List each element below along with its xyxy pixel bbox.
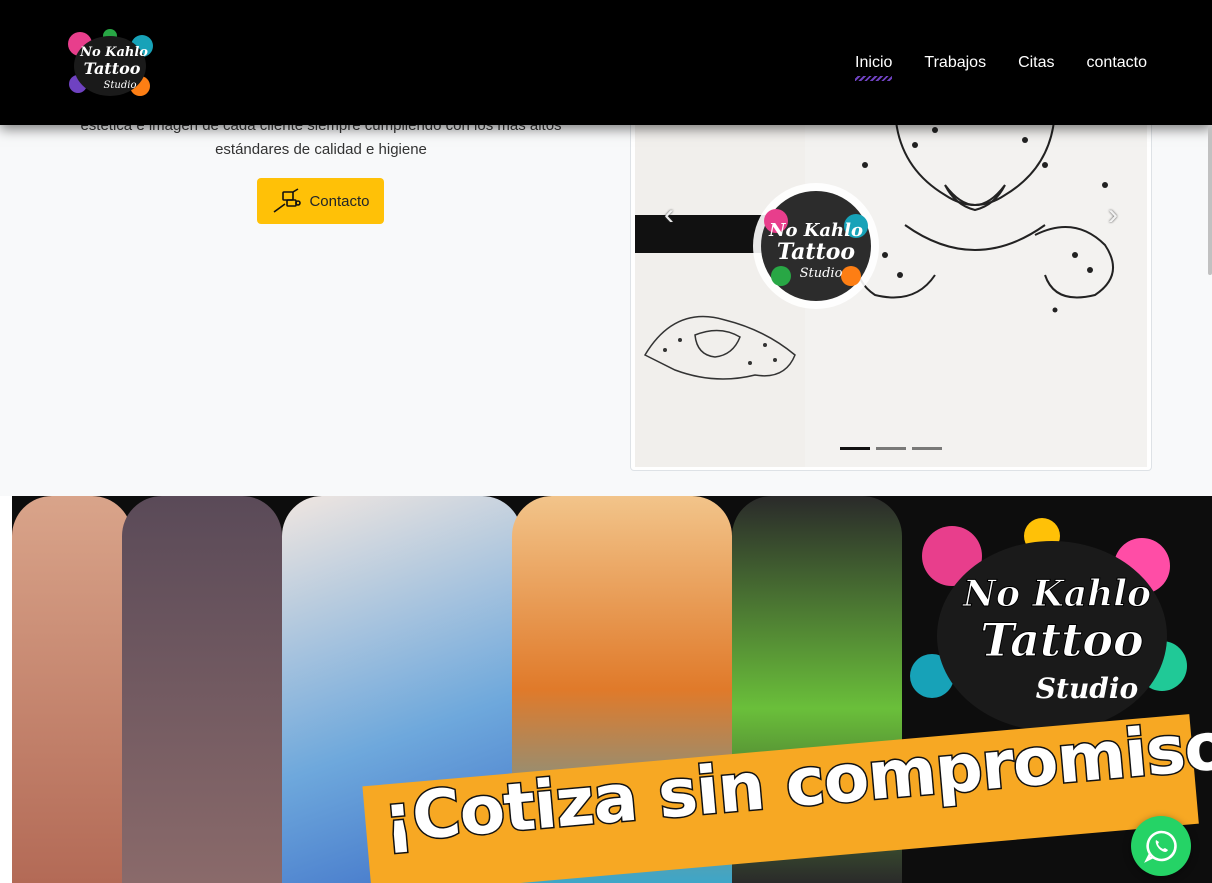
image-carousel: No Kahlo Tattoo Studio ‹ › xyxy=(630,100,1152,471)
nav-item-contacto[interactable]: contacto xyxy=(1087,54,1147,72)
banner-logo-line2: Tattoo xyxy=(980,613,1144,667)
carousel-next-button[interactable]: › xyxy=(1093,195,1133,235)
chevron-left-icon: ‹ xyxy=(664,198,674,231)
contact-button[interactable]: Contacto xyxy=(257,178,384,224)
hero-text-line2: estándares de calidad e higiene xyxy=(215,141,427,158)
nav-item-inicio[interactable]: Inicio xyxy=(855,54,893,81)
contact-button-label: Contacto xyxy=(309,192,370,210)
carousel-indicator-1[interactable] xyxy=(840,447,870,450)
carousel-slide: No Kahlo Tattoo Studio ‹ › xyxy=(635,105,1147,467)
studio-logo[interactable]: No Kahlo Tattoo Studio xyxy=(60,24,160,109)
whatsapp-icon xyxy=(1144,830,1177,863)
tattoo-machine-icon xyxy=(273,188,302,213)
svg-text:No Kahlo: No Kahlo xyxy=(768,220,863,241)
svg-text:Tattoo: Tattoo xyxy=(777,239,855,265)
nav-item-trabajos[interactable]: Trabajos xyxy=(924,54,986,72)
carousel-indicators xyxy=(840,447,942,450)
carousel-indicator-2[interactable] xyxy=(876,447,906,450)
logo-text-line3: Studio xyxy=(104,80,137,91)
chevron-right-icon: › xyxy=(1108,198,1118,231)
logo-text-line1: No Kahlo xyxy=(79,45,148,60)
nav-menu: Inicio Trabajos Citas contacto xyxy=(855,54,1147,81)
banner-logo-line1: No Kahlo xyxy=(962,573,1151,615)
navbar: No Kahlo Tattoo Studio Inicio Trabajos C… xyxy=(0,0,1212,125)
studio-logo-watermark: No Kahlo Tattoo Studio xyxy=(751,181,881,316)
page-scrollbar[interactable] xyxy=(1208,125,1212,275)
tattoo-photo-2 xyxy=(122,496,282,883)
carousel-prev-button[interactable]: ‹ xyxy=(649,195,689,235)
carousel-indicator-3[interactable] xyxy=(912,447,942,450)
svg-text:Studio: Studio xyxy=(800,266,843,281)
whatsapp-button[interactable] xyxy=(1131,816,1191,876)
promo-banner: No Kahlo Tattoo Studio ¡Cotiza sin compr… xyxy=(12,496,1212,883)
nav-item-citas[interactable]: Citas xyxy=(1018,54,1054,72)
tattoo-photo-1 xyxy=(12,496,132,883)
logo-text-line2: Tattoo xyxy=(84,59,141,78)
